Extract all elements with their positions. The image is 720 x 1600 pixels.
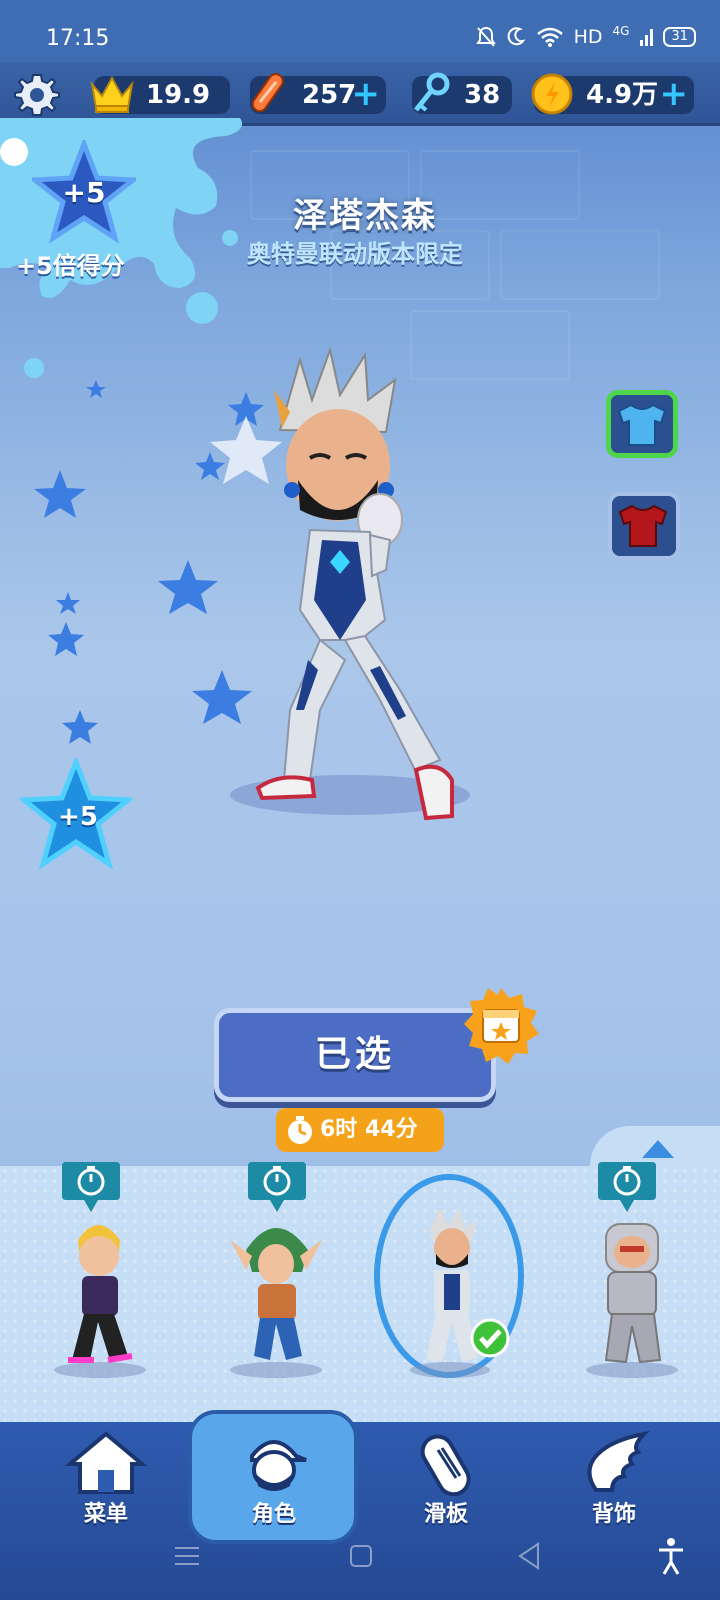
limited-time-timer: 6时 44分	[276, 1108, 444, 1152]
moon-icon	[507, 27, 526, 46]
system-back-icon[interactable]	[516, 1538, 542, 1574]
battery-indicator: 31	[663, 27, 696, 47]
hoverboard-counter: 257 +	[250, 73, 386, 114]
character-slot-2[interactable]	[216, 1210, 336, 1380]
character-model	[230, 346, 470, 821]
wings-icon	[587, 1430, 650, 1492]
trophy-counter: 19.9万	[90, 75, 230, 148]
key-counter: 38	[412, 72, 512, 114]
home-icon	[64, 1431, 148, 1494]
coin-value: 4.9万	[586, 80, 659, 110]
event-calendar-badge-icon	[464, 988, 539, 1064]
nav-board-label: 滑板	[423, 1502, 468, 1527]
slot-timer-icon	[598, 1162, 656, 1212]
slot-timer-icon	[248, 1162, 306, 1212]
character-cap-icon	[250, 1440, 307, 1491]
character-slot-1[interactable]	[38, 1210, 158, 1380]
add-hoverboard-button[interactable]: +	[352, 76, 381, 112]
outfit-option-blue[interactable]	[606, 390, 678, 458]
add-coins-button[interactable]: +	[660, 76, 689, 112]
nav-backpack[interactable]: 背饰	[554, 1430, 674, 1528]
selected-check-icon	[470, 1318, 510, 1358]
bell-off-icon	[475, 26, 496, 47]
currency-bar: 19.9万 257 + 38 4.9万 +	[0, 62, 720, 148]
hoverboard-icon	[251, 73, 284, 113]
key-icon	[414, 72, 450, 112]
settings-gear-icon[interactable]	[14, 72, 60, 118]
status-bar: 17:15 HD 4G 31	[0, 0, 720, 62]
shirt-red-icon	[618, 504, 668, 547]
skateboard-icon	[420, 1434, 471, 1496]
accessibility-icon[interactable]	[656, 1536, 686, 1576]
slot-timer-icon	[62, 1162, 120, 1212]
nav-character[interactable]: 角色	[214, 1430, 334, 1528]
status-time: 17:15	[46, 26, 110, 51]
signal-icon	[640, 29, 654, 46]
network-label: HD	[573, 26, 603, 48]
timer-value: 6时 44分	[320, 1117, 418, 1142]
stopwatch-icon	[288, 1116, 312, 1144]
nav-menu-label: 菜单	[83, 1502, 128, 1527]
side-star-label: +5	[58, 802, 98, 832]
status-icons: HD 4G 31	[475, 24, 696, 48]
character-slot-4[interactable]	[572, 1210, 692, 1380]
crown-icon	[90, 75, 134, 113]
selected-button[interactable]: 已选	[214, 1008, 496, 1102]
coin-counter: 4.9万 +	[531, 73, 694, 115]
shirt-blue-icon	[617, 403, 667, 446]
outfit-option-red[interactable]	[608, 492, 680, 560]
wifi-icon	[536, 27, 563, 47]
signal-tag: 4G	[612, 24, 630, 38]
hoverboard-value: 257	[302, 80, 357, 110]
system-home-icon[interactable]	[348, 1538, 374, 1574]
nav-menu[interactable]: 菜单	[46, 1430, 166, 1528]
system-recents-icon[interactable]	[172, 1538, 202, 1574]
character-name: 泽塔杰森	[293, 196, 437, 236]
nav-character-label: 角色	[251, 1502, 296, 1527]
game-screen: 17:15 HD 4G 31 19.9 257 + 38 4.9万 + +5 +…	[0, 0, 720, 1600]
nav-backpack-label: 背饰	[591, 1502, 636, 1527]
nav-board[interactable]: 滑板	[386, 1430, 506, 1528]
character-subtitle: 奥特曼联动版本限定	[247, 240, 463, 268]
coin-icon	[531, 73, 573, 115]
key-value: 38	[464, 80, 501, 110]
expand-up-arrow-icon[interactable]	[640, 1138, 676, 1160]
